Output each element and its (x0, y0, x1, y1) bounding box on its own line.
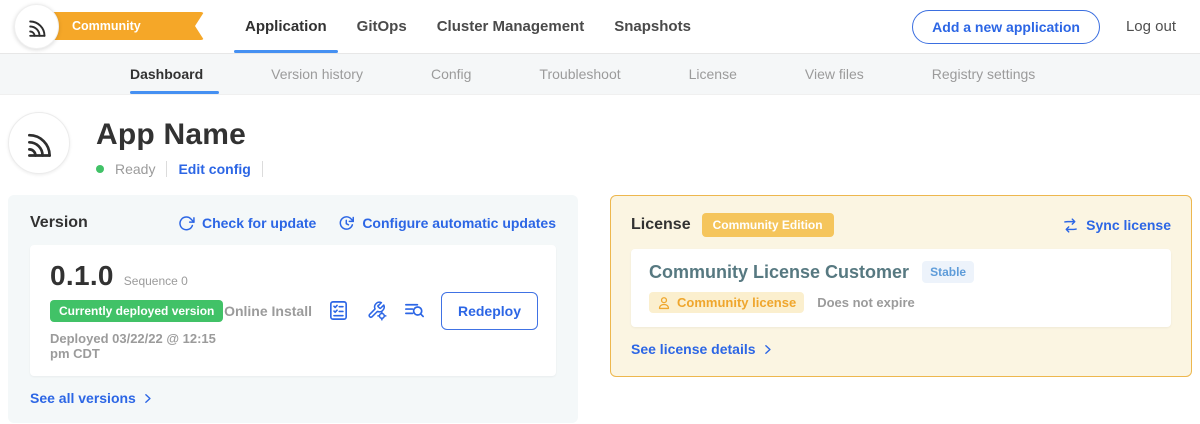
person-icon (657, 296, 671, 310)
sub-nav-item-label: Config (431, 66, 471, 82)
refresh-icon (178, 215, 195, 232)
license-type-row: Community license Does not expire (649, 292, 1153, 313)
current-version-info: 0.1.0 Sequence 0 Currently deployed vers… (50, 260, 224, 361)
app-header: App Name Ready Edit config (0, 95, 1200, 181)
license-card-header: License Community Edition Sync license (631, 213, 1171, 237)
top-nav-right: Add a new application Log out (912, 0, 1176, 53)
sync-license-label: Sync license (1086, 217, 1171, 233)
install-type-label: Online Install (224, 303, 312, 319)
add-new-application-button[interactable]: Add a new application (912, 10, 1100, 44)
license-card: License Community Edition Sync license (610, 195, 1192, 377)
sub-nav-item-troubleshoot[interactable]: Troubleshoot (539, 54, 620, 94)
check-for-update-label: Check for update (202, 215, 316, 231)
license-type-badge: Community license (649, 292, 804, 313)
sub-nav-item-label: Registry settings (932, 66, 1035, 82)
replicated-logo-icon (22, 126, 56, 160)
top-nav-item-label: Application (245, 18, 327, 35)
app-status-row: Ready Edit config (96, 161, 263, 177)
admin-console-page: Community Edition Application GitOps (0, 0, 1200, 424)
community-edition-badge: Community Edition (702, 213, 834, 237)
current-version-panel: 0.1.0 Sequence 0 Currently deployed vers… (30, 245, 556, 376)
deployed-timestamp: Deployed 03/22/22 @ 12:15 pm CDT (50, 331, 224, 361)
license-type-label: Community license (677, 295, 796, 310)
see-license-details-link[interactable]: See license details (631, 341, 774, 357)
ready-status-dot (96, 165, 104, 173)
see-all-versions-link[interactable]: See all versions (30, 390, 154, 406)
sub-nav-item-view-files[interactable]: View files (805, 54, 864, 94)
license-card-footer: See license details (631, 341, 1171, 357)
preflight-checks-icon[interactable] (327, 299, 350, 322)
sub-nav-item-config[interactable]: Config (431, 54, 471, 94)
sequence-label: Sequence 0 (124, 274, 188, 288)
top-nav-item-label: GitOps (357, 18, 407, 35)
see-all-versions-label: See all versions (30, 390, 136, 406)
app-title-block: App Name Ready Edit config (96, 112, 263, 177)
version-card: Version Check for update (8, 195, 578, 423)
top-nav-item-label: Cluster Management (437, 18, 585, 35)
top-nav: Community Edition Application GitOps (0, 0, 1200, 53)
sub-nav-item-dashboard[interactable]: Dashboard (130, 54, 203, 94)
top-nav-item-snapshots[interactable]: Snapshots (599, 0, 706, 53)
divider (262, 161, 263, 177)
chevron-right-icon (141, 392, 154, 405)
license-card-title: License (631, 216, 691, 234)
license-details-panel: Community License Customer Stable Commun… (631, 249, 1171, 327)
version-card-header: Version Check for update (30, 214, 556, 232)
sub-nav-item-label: Version history (271, 66, 363, 82)
edition-ribbon: Community Edition (34, 12, 204, 40)
sub-nav-item-registry-settings[interactable]: Registry settings (932, 54, 1035, 94)
sub-nav-item-label: License (689, 66, 737, 82)
check-for-update-link[interactable]: Check for update (178, 215, 316, 232)
version-card-title: Version (30, 214, 88, 232)
top-nav-items: Application GitOps Cluster Management Sn… (230, 0, 706, 53)
replicated-logo-icon (25, 15, 49, 39)
version-number-row: 0.1.0 Sequence 0 (50, 260, 224, 292)
page-title: App Name (96, 118, 263, 152)
top-nav-item-application[interactable]: Application (230, 0, 342, 53)
sync-arrows-icon (1062, 217, 1079, 234)
configure-automatic-updates-label: Configure automatic updates (362, 215, 556, 231)
license-expiry: Does not expire (817, 295, 915, 310)
edit-config-link[interactable]: Edit config (178, 161, 250, 177)
logout-link[interactable]: Log out (1126, 18, 1176, 35)
status-badge: Ready (115, 161, 155, 177)
edit-config-wrench-icon[interactable] (365, 299, 388, 322)
dashboard-cards: Version Check for update (0, 181, 1200, 423)
version-card-footer: See all versions (30, 390, 556, 406)
version-card-actions: Check for update Configure automatic upd… (178, 215, 556, 232)
license-card-title-group: License Community Edition (631, 213, 834, 237)
brand: Community Edition (0, 0, 204, 53)
top-nav-item-gitops[interactable]: GitOps (342, 0, 422, 53)
sub-nav-item-version-history[interactable]: Version history (271, 54, 363, 94)
sub-nav-item-license[interactable]: License (689, 54, 737, 94)
see-license-details-label: See license details (631, 341, 756, 357)
auto-update-clock-icon (338, 215, 355, 232)
sub-nav-item-label: Dashboard (130, 66, 203, 82)
redeploy-button[interactable]: Redeploy (441, 292, 538, 330)
chevron-right-icon (761, 343, 774, 356)
top-nav-item-cluster-management[interactable]: Cluster Management (422, 0, 600, 53)
sub-nav-item-label: View files (805, 66, 864, 82)
sub-nav-item-label: Troubleshoot (539, 66, 620, 82)
channel-badge: Stable (922, 261, 974, 283)
sub-nav: Dashboard Version history Config Trouble… (0, 53, 1200, 95)
top-nav-item-label: Snapshots (614, 18, 691, 35)
divider (166, 161, 167, 177)
configure-automatic-updates-link[interactable]: Configure automatic updates (338, 215, 556, 232)
sync-license-link[interactable]: Sync license (1062, 217, 1171, 234)
customer-name: Community License Customer (649, 262, 909, 283)
replicated-logo (14, 4, 59, 49)
currently-deployed-badge: Currently deployed version (50, 300, 223, 322)
deploy-logs-icon[interactable] (403, 299, 426, 322)
app-icon (8, 112, 70, 174)
version-number: 0.1.0 (50, 260, 114, 292)
customer-row: Community License Customer Stable (649, 261, 1153, 283)
version-actions: Online Install (224, 292, 538, 330)
